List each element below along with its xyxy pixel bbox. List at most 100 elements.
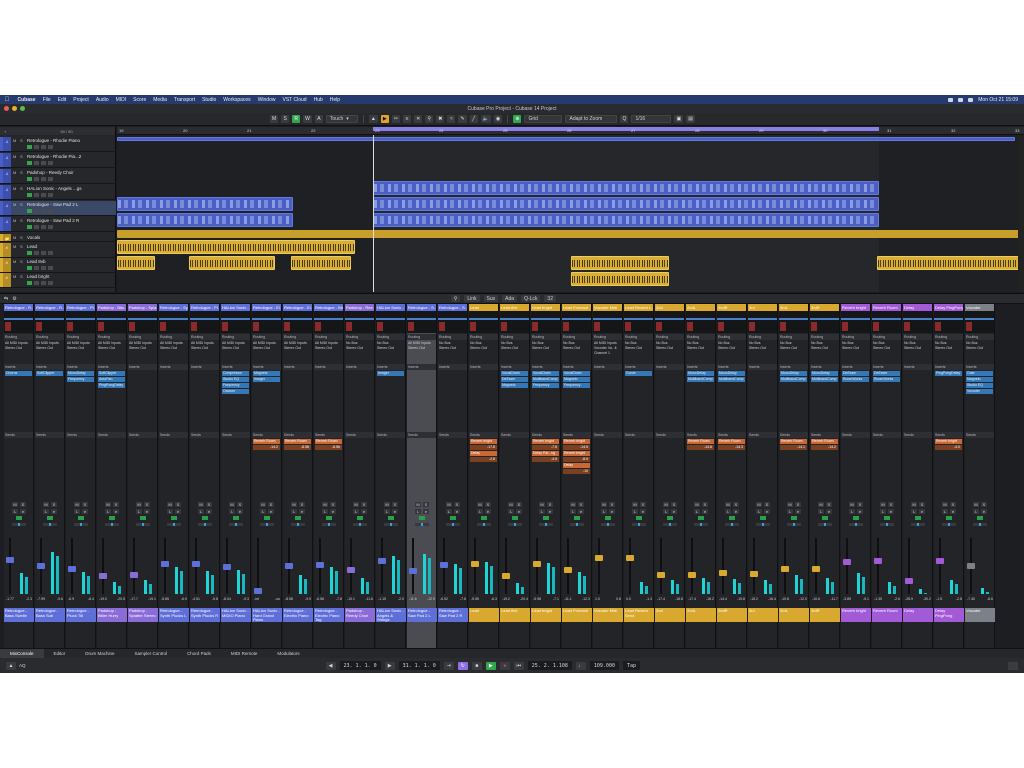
- channel-solo-button[interactable]: S: [423, 502, 429, 507]
- volume-value[interactable]: -1.35: [874, 597, 882, 607]
- routing-section[interactable]: No Bus Stereo Out: [562, 340, 591, 364]
- track-mute-button[interactable]: M: [13, 170, 18, 175]
- fader-handle[interactable]: [347, 567, 355, 573]
- send-slot[interactable]: Reverb bright: [532, 439, 559, 444]
- routing-section[interactable]: No Bus Stereo Out: [841, 340, 870, 364]
- fader-handle[interactable]: [316, 562, 324, 568]
- channel-mute-button[interactable]: M: [818, 502, 824, 507]
- output-routing[interactable]: Stereo Out: [67, 346, 94, 351]
- channel-mute-button[interactable]: M: [632, 502, 638, 507]
- channel-mute-button[interactable]: M: [167, 502, 173, 507]
- pan-control[interactable]: [353, 523, 367, 526]
- channel-solo-button[interactable]: S: [175, 502, 181, 507]
- read-button[interactable]: [27, 193, 32, 197]
- fader-handle[interactable]: [378, 558, 386, 564]
- record-enable-button[interactable]: [853, 516, 859, 520]
- channel-strip[interactable]: 2ndR Routing No Bus Stereo Out Inserts MonoDe…: [717, 304, 747, 649]
- write-button[interactable]: [34, 145, 39, 149]
- fader-track[interactable]: [939, 538, 941, 594]
- channel-name-bottom[interactable]: HALion Sonic - MIDIO Piano: [221, 608, 251, 622]
- channel-listen-button[interactable]: L: [663, 509, 669, 514]
- record-enable-button[interactable]: [946, 516, 952, 520]
- channel-strip[interactable]: Lead Reverb L... Routing No Bus Stereo Out I…: [624, 304, 654, 649]
- channel-edit-button[interactable]: e: [299, 509, 305, 514]
- insert-slot[interactable]: RoomWorks: [842, 377, 869, 382]
- channel-solo-button[interactable]: S: [888, 502, 894, 507]
- eq-curve-display[interactable]: [810, 311, 839, 333]
- fader-track[interactable]: [691, 538, 693, 594]
- send-level[interactable]: -6.56: [315, 445, 342, 450]
- channel-listen-button[interactable]: L: [291, 509, 297, 514]
- channel-name-bottom[interactable]: Lead Formant: [562, 608, 592, 622]
- channel-listen-button[interactable]: L: [508, 509, 514, 514]
- mute-button[interactable]: M: [270, 115, 279, 123]
- channel-strip[interactable]: Lead bright Routing No Bus Stereo Out Insert…: [531, 304, 561, 649]
- volume-value[interactable]: -inf: [254, 597, 259, 607]
- channel-solo-button[interactable]: S: [144, 502, 150, 507]
- track-mute-button[interactable]: M: [13, 274, 18, 279]
- channel-edit-button[interactable]: e: [578, 509, 584, 514]
- insert-slot[interactable]: MonoDelay: [67, 371, 94, 376]
- channel-name-top[interactable]: Vocoder Midi: [593, 304, 622, 311]
- peak-value[interactable]: -5.8: [212, 597, 218, 607]
- channel-solo-button[interactable]: S: [113, 502, 119, 507]
- fader-track[interactable]: [412, 538, 414, 594]
- output-routing[interactable]: Stereo Out: [718, 346, 745, 351]
- fader-track[interactable]: [629, 538, 631, 594]
- left-locator-icon[interactable]: ◀: [325, 661, 336, 670]
- fader-track[interactable]: [660, 538, 662, 594]
- q-link-button[interactable]: Q-Lck: [521, 295, 541, 302]
- record-enable-button[interactable]: [574, 516, 580, 520]
- fader-handle[interactable]: [843, 559, 851, 565]
- track-solo-button[interactable]: S: [20, 202, 25, 207]
- channel-name-top[interactable]: 3rdL: [779, 304, 808, 311]
- pan-control[interactable]: [167, 523, 181, 526]
- menu-transport[interactable]: Transport: [170, 97, 198, 103]
- channel-listen-button[interactable]: L: [539, 509, 545, 514]
- insert-slot[interactable]: MonoDelay: [811, 371, 838, 376]
- pan-control[interactable]: [508, 523, 522, 526]
- insert-slot[interactable]: Frequency: [532, 383, 559, 388]
- read-button[interactable]: [27, 225, 32, 229]
- routing-section[interactable]: All MIDI Inputs Stereo Out: [66, 340, 95, 364]
- channel-mute-button[interactable]: M: [446, 502, 452, 507]
- pan-control[interactable]: [136, 523, 150, 526]
- midi-part[interactable]: [373, 181, 879, 195]
- record-enable-button[interactable]: [140, 516, 146, 520]
- time-warp-icon[interactable]: ≈: [447, 115, 456, 123]
- eq-curve-display[interactable]: [438, 311, 467, 333]
- channel-name-bottom[interactable]: Retrologue - Bass Sub: [35, 608, 65, 622]
- channel-edit-button[interactable]: e: [361, 509, 367, 514]
- read-button[interactable]: [27, 161, 32, 165]
- channel-solo-button[interactable]: S: [764, 502, 770, 507]
- record-enable-button[interactable]: [512, 516, 518, 520]
- fader-handle[interactable]: [626, 555, 634, 561]
- write-button[interactable]: [34, 161, 39, 165]
- send-level[interactable]: -14.1: [780, 445, 807, 450]
- stop-button[interactable]: ■: [471, 661, 482, 670]
- peak-value[interactable]: -2.8: [956, 597, 962, 607]
- pan-control[interactable]: [632, 523, 646, 526]
- channel-solo-button[interactable]: S: [330, 502, 336, 507]
- channel-name-top[interactable]: Retrologue - S...: [438, 304, 467, 311]
- channel-edit-button[interactable]: e: [888, 509, 894, 514]
- menu-hub[interactable]: Hub: [310, 97, 326, 103]
- insert-slot[interactable]: MultibandComp: [811, 377, 838, 382]
- channel-name-bottom[interactable]: HALion Sonic - Angels & Strings: [376, 608, 406, 622]
- track-name[interactable]: Vocals: [27, 235, 40, 240]
- fader-handle[interactable]: [130, 572, 138, 578]
- channel-mute-button[interactable]: M: [539, 502, 545, 507]
- audio-event[interactable]: [877, 256, 1019, 270]
- volume-value[interactable]: -8.04: [223, 597, 231, 607]
- channel-name-bottom[interactable]: Delay PingPong: [934, 608, 964, 622]
- channel-name-top[interactable]: 2nd: [655, 304, 684, 311]
- menu-vst-cloud[interactable]: VST Cloud: [279, 97, 310, 103]
- channel-strip[interactable]: Reverb Room Routing No Bus Stereo Out Insert…: [872, 304, 902, 649]
- fader-handle[interactable]: [285, 563, 293, 569]
- pan-control[interactable]: [74, 523, 88, 526]
- visibility-icon[interactable]: ⇆: [4, 296, 8, 302]
- send-level[interactable]: -14.2: [253, 445, 280, 450]
- track-mute-button[interactable]: M: [13, 259, 18, 264]
- channel-listen-button[interactable]: L: [384, 509, 390, 514]
- insert-slot[interactable]: Imager: [377, 371, 404, 376]
